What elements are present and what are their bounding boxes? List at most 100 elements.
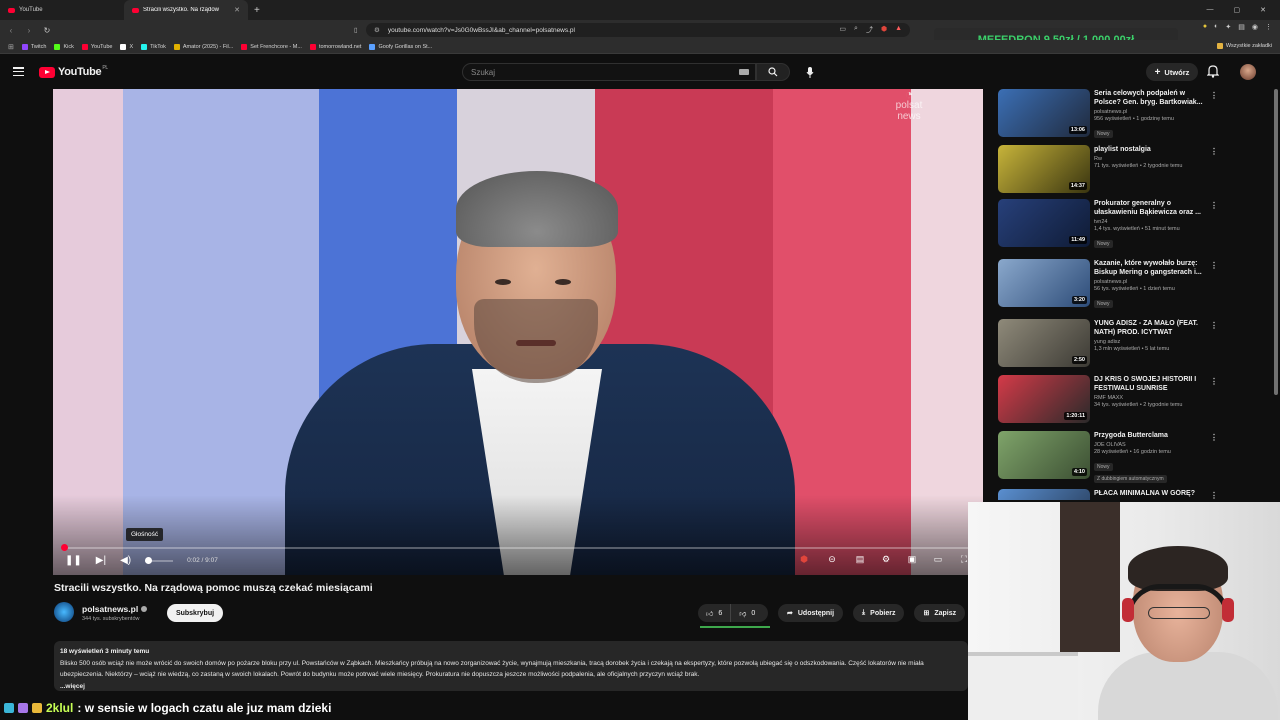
video-thumbnail[interactable]: 2:50: [998, 319, 1090, 367]
puzzle-icon[interactable]: ✦: [1225, 23, 1231, 31]
bookmark-item[interactable]: Set Frenchcore - M...: [241, 43, 302, 50]
save-button[interactable]: ⊞ Zapisz: [914, 604, 966, 622]
more-options-icon[interactable]: ⋮: [1210, 91, 1218, 100]
video-thumbnail[interactable]: 4:10: [998, 431, 1090, 479]
account-avatar[interactable]: [1240, 64, 1256, 80]
miniplayer-icon[interactable]: ▣: [905, 553, 919, 565]
apps-icon[interactable]: ⊞: [8, 43, 14, 51]
recommended-video[interactable]: 3:20 Kazanie, które wywołało burzę: Bisku…: [996, 259, 1222, 311]
video-thumbnail[interactable]: 14:37: [998, 145, 1090, 193]
share-icon[interactable]: ⤴: [866, 25, 873, 35]
progress-bar[interactable]: [62, 547, 972, 549]
video-thumbnail[interactable]: 1:20:11: [998, 375, 1090, 423]
subtitles-icon[interactable]: ▤: [853, 553, 867, 565]
volume-knob[interactable]: [145, 556, 153, 564]
share-button[interactable]: ➦ Udostępnij: [778, 604, 844, 622]
new-tab-icon[interactable]: +: [248, 5, 260, 16]
scrollbar[interactable]: [1274, 89, 1278, 395]
recommended-video[interactable]: PŁACA MINIMALNA W GÓRĘ? ⋮: [996, 489, 1222, 500]
video-title: Stracili wszystko. Na rządową pomoc musz…: [54, 582, 373, 594]
recommended-video[interactable]: 2:50 YUNG ADISZ - ZA MAŁO (FEAT. NATH) PR…: [996, 319, 1222, 371]
sponsorblock-icon[interactable]: ⬢: [797, 553, 811, 565]
extension-icon[interactable]: ◐: [1214, 23, 1218, 31]
volume-slider[interactable]: [145, 556, 174, 564]
video-player[interactable]: ◔ polsat news Głośność ❚❚ ▶| ◀) 0:02 / 9…: [53, 89, 983, 575]
logo-region: PL: [102, 65, 108, 71]
youtube-logo[interactable]: YouTube PL: [39, 65, 108, 78]
url-actions: ▭ ⌕ ⤴ ⬢ ▲: [839, 25, 910, 35]
shield-icon[interactable]: ⬢: [881, 25, 887, 35]
duration-badge: 1:20:11: [1064, 412, 1087, 420]
avatar-icon[interactable]: ◉: [1252, 23, 1258, 31]
close-window-icon[interactable]: ✕: [1260, 6, 1266, 14]
more-options-icon[interactable]: ⋮: [1210, 261, 1218, 270]
bookmark-item[interactable]: Twitch: [21, 43, 46, 50]
reload-icon[interactable]: ↻: [40, 26, 54, 35]
more-options-icon[interactable]: ⋮: [1210, 321, 1218, 330]
theater-mode-icon[interactable]: ▭: [931, 553, 945, 565]
next-button[interactable]: ▶|: [96, 555, 106, 566]
browser-tab-youtube[interactable]: YouTube: [0, 0, 124, 20]
bookmark-item[interactable]: X: [120, 43, 133, 50]
recommended-video[interactable]: 11:49 Prokurator generalny o ułaskawieniu…: [996, 199, 1222, 251]
mute-button[interactable]: ◀): [120, 555, 131, 566]
more-options-icon[interactable]: ⋮: [1210, 491, 1218, 500]
more-options-icon[interactable]: ⋮: [1210, 377, 1218, 386]
bookmark-item[interactable]: Amator (2025) - Fil...: [173, 43, 233, 50]
forward-icon[interactable]: ›: [22, 26, 36, 35]
search-button[interactable]: [756, 63, 790, 81]
warning-icon[interactable]: ▲: [895, 25, 902, 35]
keyboard-icon[interactable]: [739, 69, 749, 75]
channel-name: Rw: [1094, 156, 1102, 162]
video-thumbnail[interactable]: 13:06: [998, 89, 1090, 137]
close-tab-icon[interactable]: ✕: [234, 6, 240, 14]
video-thumbnail[interactable]: 11:49: [998, 199, 1090, 247]
recommended-video[interactable]: 4:10 Przygoda Butterclama JOE OLIVAS 28 wyś…: [996, 431, 1222, 483]
search-input[interactable]: Szukaj: [462, 63, 756, 81]
extension-icon[interactable]: ●: [1203, 23, 1207, 31]
video-thumbnail[interactable]: 3:20: [998, 259, 1090, 307]
pause-button[interactable]: ❚❚: [65, 555, 82, 566]
create-button[interactable]: + Utwórz: [1146, 63, 1198, 81]
notifications-button[interactable]: [1206, 65, 1220, 83]
subscribe-button[interactable]: Subskrybuj: [167, 604, 223, 622]
site-info-icon[interactable]: ⚙: [374, 26, 380, 34]
more-options-icon[interactable]: ⋮: [1210, 433, 1218, 442]
video-thumbnail[interactable]: [998, 489, 1090, 500]
bookmark-icon[interactable]: ▯: [354, 26, 358, 34]
bookmark-item[interactable]: TikTok: [141, 43, 166, 50]
like-button[interactable]: 👍︎ 6: [698, 604, 732, 622]
tab-label: YouTube: [19, 7, 43, 13]
all-bookmarks[interactable]: Wszystkie zakładki: [1216, 43, 1272, 49]
channel-avatar[interactable]: [54, 602, 74, 622]
progress-scrubber[interactable]: [61, 544, 68, 551]
recommended-video[interactable]: 13:06 Seria celowych podpaleń w Polsce? G…: [996, 89, 1222, 141]
bookmark-item[interactable]: Kick: [54, 43, 74, 50]
menu-icon[interactable]: ⋮: [1265, 23, 1272, 31]
more-options-icon[interactable]: ⋮: [1210, 147, 1218, 156]
download-button[interactable]: ⤓ Pobierz: [853, 604, 905, 622]
bookmark-item[interactable]: Goofy Gorillas on St...: [369, 43, 432, 50]
settings-gear-icon[interactable]: ⚙: [879, 553, 893, 565]
recommended-video[interactable]: 1:20:11 DJ KRIS O SWOJEJ HISTORII I FESTI…: [996, 375, 1222, 427]
voice-search-button[interactable]: [800, 63, 820, 81]
show-more-link[interactable]: ...więcej: [60, 681, 962, 693]
menu-icon[interactable]: [13, 67, 24, 76]
url-field[interactable]: ▯ ⚙ youtube.com/watch?v=Js0G0wBssJI&ab_c…: [354, 23, 910, 37]
autoplay-toggle[interactable]: ⊝: [823, 553, 841, 565]
cast-icon[interactable]: ▭: [839, 25, 846, 35]
browser-tab-video[interactable]: Stracili wszystko. Na rządow ✕: [124, 0, 248, 20]
bookmark-item[interactable]: YouTube: [81, 43, 112, 50]
bookmark-item[interactable]: tomorrowland.net: [309, 43, 361, 50]
duration-badge: 13:06: [1068, 126, 1087, 134]
dislike-button[interactable]: 👎︎ 0: [731, 609, 763, 618]
maximize-icon[interactable]: ▢: [1234, 6, 1241, 14]
minimize-icon[interactable]: —: [1207, 6, 1214, 14]
more-options-icon[interactable]: ⋮: [1210, 201, 1218, 210]
recommended-video[interactable]: 14:37 playlist nostalgia Rw 71 tys. wyświet…: [996, 145, 1222, 197]
back-icon[interactable]: ‹: [4, 26, 18, 35]
zoom-icon[interactable]: ⌕: [854, 25, 858, 35]
sidebar-icon[interactable]: ▤: [1238, 23, 1245, 31]
description-box[interactable]: 18 wyświetleń 3 minuty temu Blisko 500 o…: [54, 641, 968, 691]
channel-name[interactable]: polsatnews.pl: [82, 604, 148, 614]
